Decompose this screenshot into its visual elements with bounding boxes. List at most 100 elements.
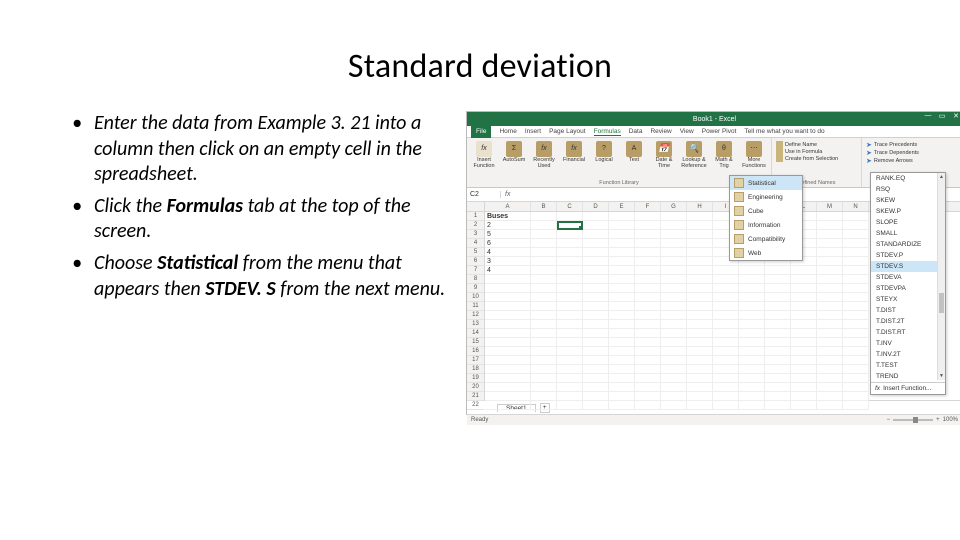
row-header[interactable]: 18 [467, 365, 484, 374]
cell[interactable] [687, 347, 713, 356]
cell[interactable] [557, 212, 583, 221]
cell[interactable] [817, 401, 843, 410]
cell[interactable] [557, 266, 583, 275]
row-header[interactable]: 1 [467, 212, 484, 221]
cell[interactable] [557, 221, 583, 230]
select-all-corner[interactable] [467, 202, 484, 212]
cell[interactable] [817, 221, 843, 230]
cell[interactable] [531, 329, 557, 338]
cell[interactable] [485, 329, 531, 338]
cell[interactable] [635, 293, 661, 302]
cell[interactable] [791, 320, 817, 329]
row-header[interactable]: 7 [467, 266, 484, 275]
ribbon-insert-function-button[interactable]: Insert Function [471, 141, 497, 170]
cell[interactable] [765, 383, 791, 392]
cell[interactable] [583, 311, 609, 320]
cell[interactable] [583, 365, 609, 374]
cell[interactable] [739, 329, 765, 338]
cell[interactable] [765, 347, 791, 356]
cell[interactable] [713, 275, 739, 284]
cell[interactable] [843, 293, 869, 302]
cell[interactable] [739, 401, 765, 410]
cell[interactable] [635, 347, 661, 356]
cell[interactable] [817, 392, 843, 401]
cell[interactable] [713, 401, 739, 410]
ribbon-tab-page-layout[interactable]: Page Layout [549, 128, 586, 136]
category-item-cube[interactable]: Cube [730, 204, 802, 218]
cell[interactable] [583, 212, 609, 221]
cell[interactable] [843, 383, 869, 392]
cell[interactable] [817, 383, 843, 392]
cell[interactable] [817, 212, 843, 221]
cell[interactable] [635, 374, 661, 383]
cell[interactable] [713, 293, 739, 302]
row-header[interactable]: 22 [467, 401, 484, 410]
row-header[interactable]: 13 [467, 320, 484, 329]
function-item-rsq[interactable]: RSQ [871, 184, 945, 195]
row-header[interactable]: 2 [467, 221, 484, 230]
cell[interactable] [687, 239, 713, 248]
cell[interactable] [557, 338, 583, 347]
function-item-t-dist-2t[interactable]: T.DIST.2T [871, 316, 945, 327]
cell[interactable]: 4 [485, 248, 531, 257]
cell[interactable] [661, 302, 687, 311]
cell[interactable] [739, 365, 765, 374]
row-header[interactable]: 17 [467, 356, 484, 365]
cell[interactable] [687, 248, 713, 257]
cell[interactable] [817, 275, 843, 284]
cell[interactable]: 5 [485, 230, 531, 239]
column-header-g[interactable]: G [661, 202, 687, 211]
column-header-b[interactable]: B [531, 202, 557, 211]
cell[interactable] [791, 392, 817, 401]
cell[interactable] [661, 248, 687, 257]
function-item-standardize[interactable]: STANDARDIZE [871, 239, 945, 250]
cell[interactable] [531, 239, 557, 248]
cell[interactable] [609, 347, 635, 356]
close-button[interactable]: ✕ [952, 112, 960, 120]
cell[interactable] [583, 401, 609, 410]
cell[interactable] [531, 383, 557, 392]
cell[interactable] [609, 257, 635, 266]
ribbon-date-time-button[interactable]: Date & Time [651, 141, 677, 170]
ribbon-more-functions-button[interactable]: More Functions [741, 141, 767, 170]
cell[interactable] [635, 383, 661, 392]
cell[interactable] [843, 257, 869, 266]
cell[interactable] [739, 356, 765, 365]
cell[interactable] [635, 356, 661, 365]
cell[interactable] [583, 239, 609, 248]
cell[interactable] [583, 302, 609, 311]
cell[interactable] [843, 329, 869, 338]
cell[interactable] [583, 347, 609, 356]
cell[interactable] [739, 383, 765, 392]
cell[interactable] [739, 338, 765, 347]
cell[interactable] [583, 392, 609, 401]
cell[interactable] [609, 212, 635, 221]
cell[interactable] [843, 284, 869, 293]
function-item-skew[interactable]: SKEW [871, 195, 945, 206]
cell[interactable] [531, 293, 557, 302]
row-header[interactable]: 5 [467, 248, 484, 257]
function-item-stdev-s[interactable]: STDEV.S [871, 261, 945, 272]
cell[interactable] [609, 401, 635, 410]
cell[interactable] [687, 266, 713, 275]
cell[interactable] [739, 347, 765, 356]
column-header-c[interactable]: C [557, 202, 583, 211]
row-header[interactable]: 12 [467, 311, 484, 320]
cell[interactable] [817, 374, 843, 383]
cell[interactable] [791, 365, 817, 374]
ribbon-autosum-button[interactable]: AutoSum [501, 141, 527, 170]
cell[interactable] [635, 392, 661, 401]
cell[interactable] [635, 230, 661, 239]
cell[interactable] [843, 212, 869, 221]
cell[interactable] [557, 401, 583, 410]
cell[interactable] [791, 311, 817, 320]
cell[interactable] [817, 302, 843, 311]
function-item-steyx[interactable]: STEYX [871, 294, 945, 305]
cell[interactable] [609, 356, 635, 365]
cell[interactable] [609, 392, 635, 401]
cell[interactable] [817, 320, 843, 329]
ribbon-math-trig-button[interactable]: Math & Trig [711, 141, 737, 170]
cell[interactable] [739, 293, 765, 302]
cell[interactable] [531, 266, 557, 275]
row-header[interactable]: 4 [467, 239, 484, 248]
